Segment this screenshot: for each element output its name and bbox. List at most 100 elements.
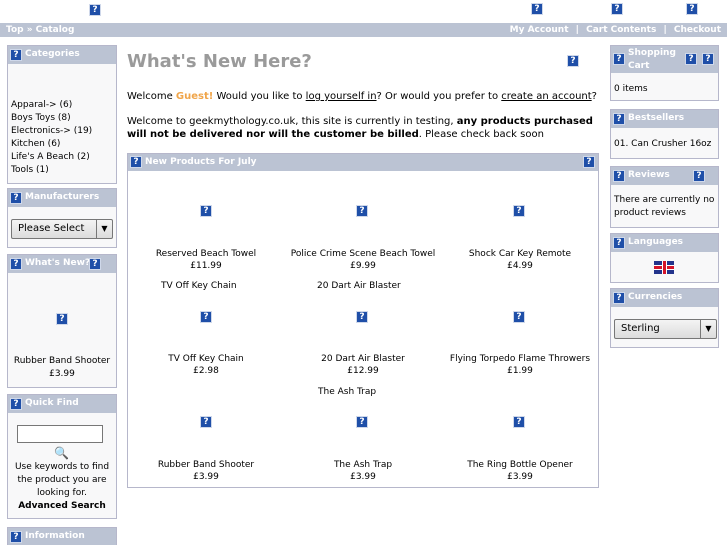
reviews-box: ? Reviews ? There are currently no produ… <box>610 166 719 228</box>
whats-new-arrow-icon[interactable]: ? <box>89 258 101 270</box>
bestsellers-box: ? Bestsellers 01. Can Crusher 16oz <box>610 109 719 159</box>
product-price: £3.99 <box>507 472 533 482</box>
product-name[interactable]: Shock Car Key Remote <box>442 248 598 260</box>
languages-image-icon: ? <box>613 237 625 249</box>
page-title: What's New Here? <box>127 51 312 72</box>
cart-contents-link[interactable]: Cart Contents <box>586 25 656 35</box>
category-item[interactable]: Apparal-> (6) <box>11 99 113 112</box>
product-image-icon[interactable]: ? <box>200 205 212 217</box>
bestsellers-title: Bestsellers <box>628 113 685 123</box>
advanced-search-link[interactable]: Advanced Search <box>13 500 111 513</box>
bestsellers-header: ? Bestsellers <box>611 110 718 128</box>
checkout-image-icon[interactable]: ? <box>686 3 698 15</box>
chevron-down-icon: ▼ <box>700 320 716 338</box>
cart-contents: 0 items <box>614 84 648 94</box>
new-products-image-icon: ? <box>130 156 142 168</box>
reviews-text: There are currently no product reviews <box>614 195 715 218</box>
login-link[interactable]: log yourself in <box>306 91 377 102</box>
category-item[interactable]: Boys Toys (8) <box>11 112 113 125</box>
product-image-icon[interactable]: ? <box>200 311 212 323</box>
reviews-title[interactable]: Reviews <box>628 170 670 180</box>
product-image-icon[interactable]: ? <box>513 416 525 428</box>
product-image-icon[interactable]: ? <box>56 313 68 325</box>
product-item: Shock Car Key Remote £4.99 <box>442 248 598 272</box>
product-price: £3.99 <box>193 472 219 482</box>
account-image-icon[interactable]: ? <box>531 3 543 15</box>
currencies-title: Currencies <box>628 292 683 302</box>
uk-flag-icon[interactable] <box>654 261 674 274</box>
quick-find-image-icon: ? <box>10 398 22 410</box>
category-item[interactable]: Kitchen (6) <box>11 138 113 151</box>
categories-header: ? Categories <box>8 46 116 64</box>
quick-find-input[interactable] <box>17 425 103 443</box>
product-image-icon[interactable]: ? <box>356 205 368 217</box>
product-name[interactable]: The Ash Trap <box>285 459 441 471</box>
product-image-label: The Ash Trap <box>318 387 377 397</box>
logo-image-icon[interactable]: ? <box>89 4 101 16</box>
manufacturers-image-icon: ? <box>10 192 22 204</box>
checkout-link[interactable]: Checkout <box>674 25 721 35</box>
product-item: 20 Dart Air Blaster £12.99 <box>285 353 441 377</box>
product-name[interactable]: The Ring Bottle Opener <box>442 459 598 471</box>
header-links: My Account | Cart Contents | Checkout <box>510 23 721 37</box>
languages-title: Languages <box>628 237 684 247</box>
breadcrumb[interactable]: Top » Catalog <box>6 23 74 37</box>
information-title: Information <box>25 531 85 541</box>
product-name[interactable]: TV Off Key Chain <box>128 353 284 365</box>
whats-new-product-name[interactable]: Rubber Band Shooter <box>8 355 116 368</box>
category-item[interactable]: Life's A Beach (2) <box>11 151 113 164</box>
product-name[interactable]: 20 Dart Air Blaster <box>285 353 441 365</box>
welcome-middle2: ? Or would you prefer to <box>376 91 502 102</box>
product-name[interactable]: Rubber Band Shooter <box>128 459 284 471</box>
category-item[interactable]: Electronics-> (19) <box>11 125 113 138</box>
whats-new-title[interactable]: What's New? <box>25 258 90 268</box>
product-price: £12.99 <box>347 366 379 376</box>
product-image-icon[interactable]: ? <box>356 311 368 323</box>
category-list: Apparal-> (6) Boys Toys (8) Electronics-… <box>11 99 113 177</box>
my-account-link[interactable]: My Account <box>510 25 569 35</box>
product-image-icon[interactable]: ? <box>513 205 525 217</box>
currencies-header: ? Currencies <box>611 289 718 307</box>
information-box: ? Information <box>7 527 117 545</box>
shopping-cart-header: ? Shopping Cart ? ? <box>611 46 718 73</box>
categories-title: Categories <box>25 49 80 59</box>
product-image-label: TV Off Key Chain <box>161 281 237 291</box>
currency-select[interactable]: Sterling ▼ <box>614 319 717 339</box>
manufacturers-select[interactable]: Please Select ▼ <box>11 219 113 239</box>
reviews-arrow-icon[interactable]: ? <box>693 170 705 182</box>
product-name[interactable]: Reserved Beach Towel <box>128 248 284 260</box>
separator: | <box>663 25 667 35</box>
product-item: Police Crime Scene Beach Towel £9.99 <box>285 248 441 272</box>
guest-label: Guest! <box>175 91 214 102</box>
languages-header: ? Languages <box>611 234 718 252</box>
testing-notice: Welcome to geekmythology.co.uk, this sit… <box>127 115 595 141</box>
cart-arrow-icon[interactable]: ? <box>702 53 714 65</box>
shopping-cart-title[interactable]: Shopping Cart <box>628 47 678 73</box>
product-price: £2.98 <box>193 366 219 376</box>
whats-new-product-price: £3.99 <box>49 369 75 379</box>
product-name[interactable]: Flying Torpedo Flame Throwers <box>442 353 598 365</box>
shopping-cart-box: ? Shopping Cart ? ? 0 items <box>610 45 719 101</box>
quick-find-help: Use keywords to find the product you are… <box>13 461 111 513</box>
product-item: Flying Torpedo Flame Throwers £1.99 <box>442 353 598 377</box>
product-item: Reserved Beach Towel £11.99 <box>128 248 284 272</box>
category-item[interactable]: Tools (1) <box>11 164 113 177</box>
quick-find-title: Quick Find <box>25 398 79 408</box>
product-price: £9.99 <box>350 261 376 271</box>
product-image-icon[interactable]: ? <box>356 416 368 428</box>
product-name[interactable]: Police Crime Scene Beach Towel <box>285 248 441 260</box>
reviews-header: ? Reviews ? <box>611 167 718 185</box>
cart-image-icon[interactable]: ? <box>611 3 623 15</box>
whats-new-header: ? What's New? ? <box>8 255 116 273</box>
product-item: The Ash Trap £3.99 <box>285 459 441 483</box>
welcome-suffix: ? <box>591 91 597 102</box>
categories-image-icon: ? <box>10 49 22 61</box>
search-icon[interactable]: 🔍 <box>54 447 69 459</box>
create-account-link[interactable]: create an account <box>501 91 591 102</box>
information-header: ? Information <box>8 528 116 545</box>
cart-image-icon[interactable]: ? <box>685 53 697 65</box>
bestseller-item[interactable]: 01. Can Crusher 16oz <box>614 139 715 149</box>
separator: | <box>575 25 579 35</box>
product-image-icon[interactable]: ? <box>513 311 525 323</box>
product-image-icon[interactable]: ? <box>200 416 212 428</box>
